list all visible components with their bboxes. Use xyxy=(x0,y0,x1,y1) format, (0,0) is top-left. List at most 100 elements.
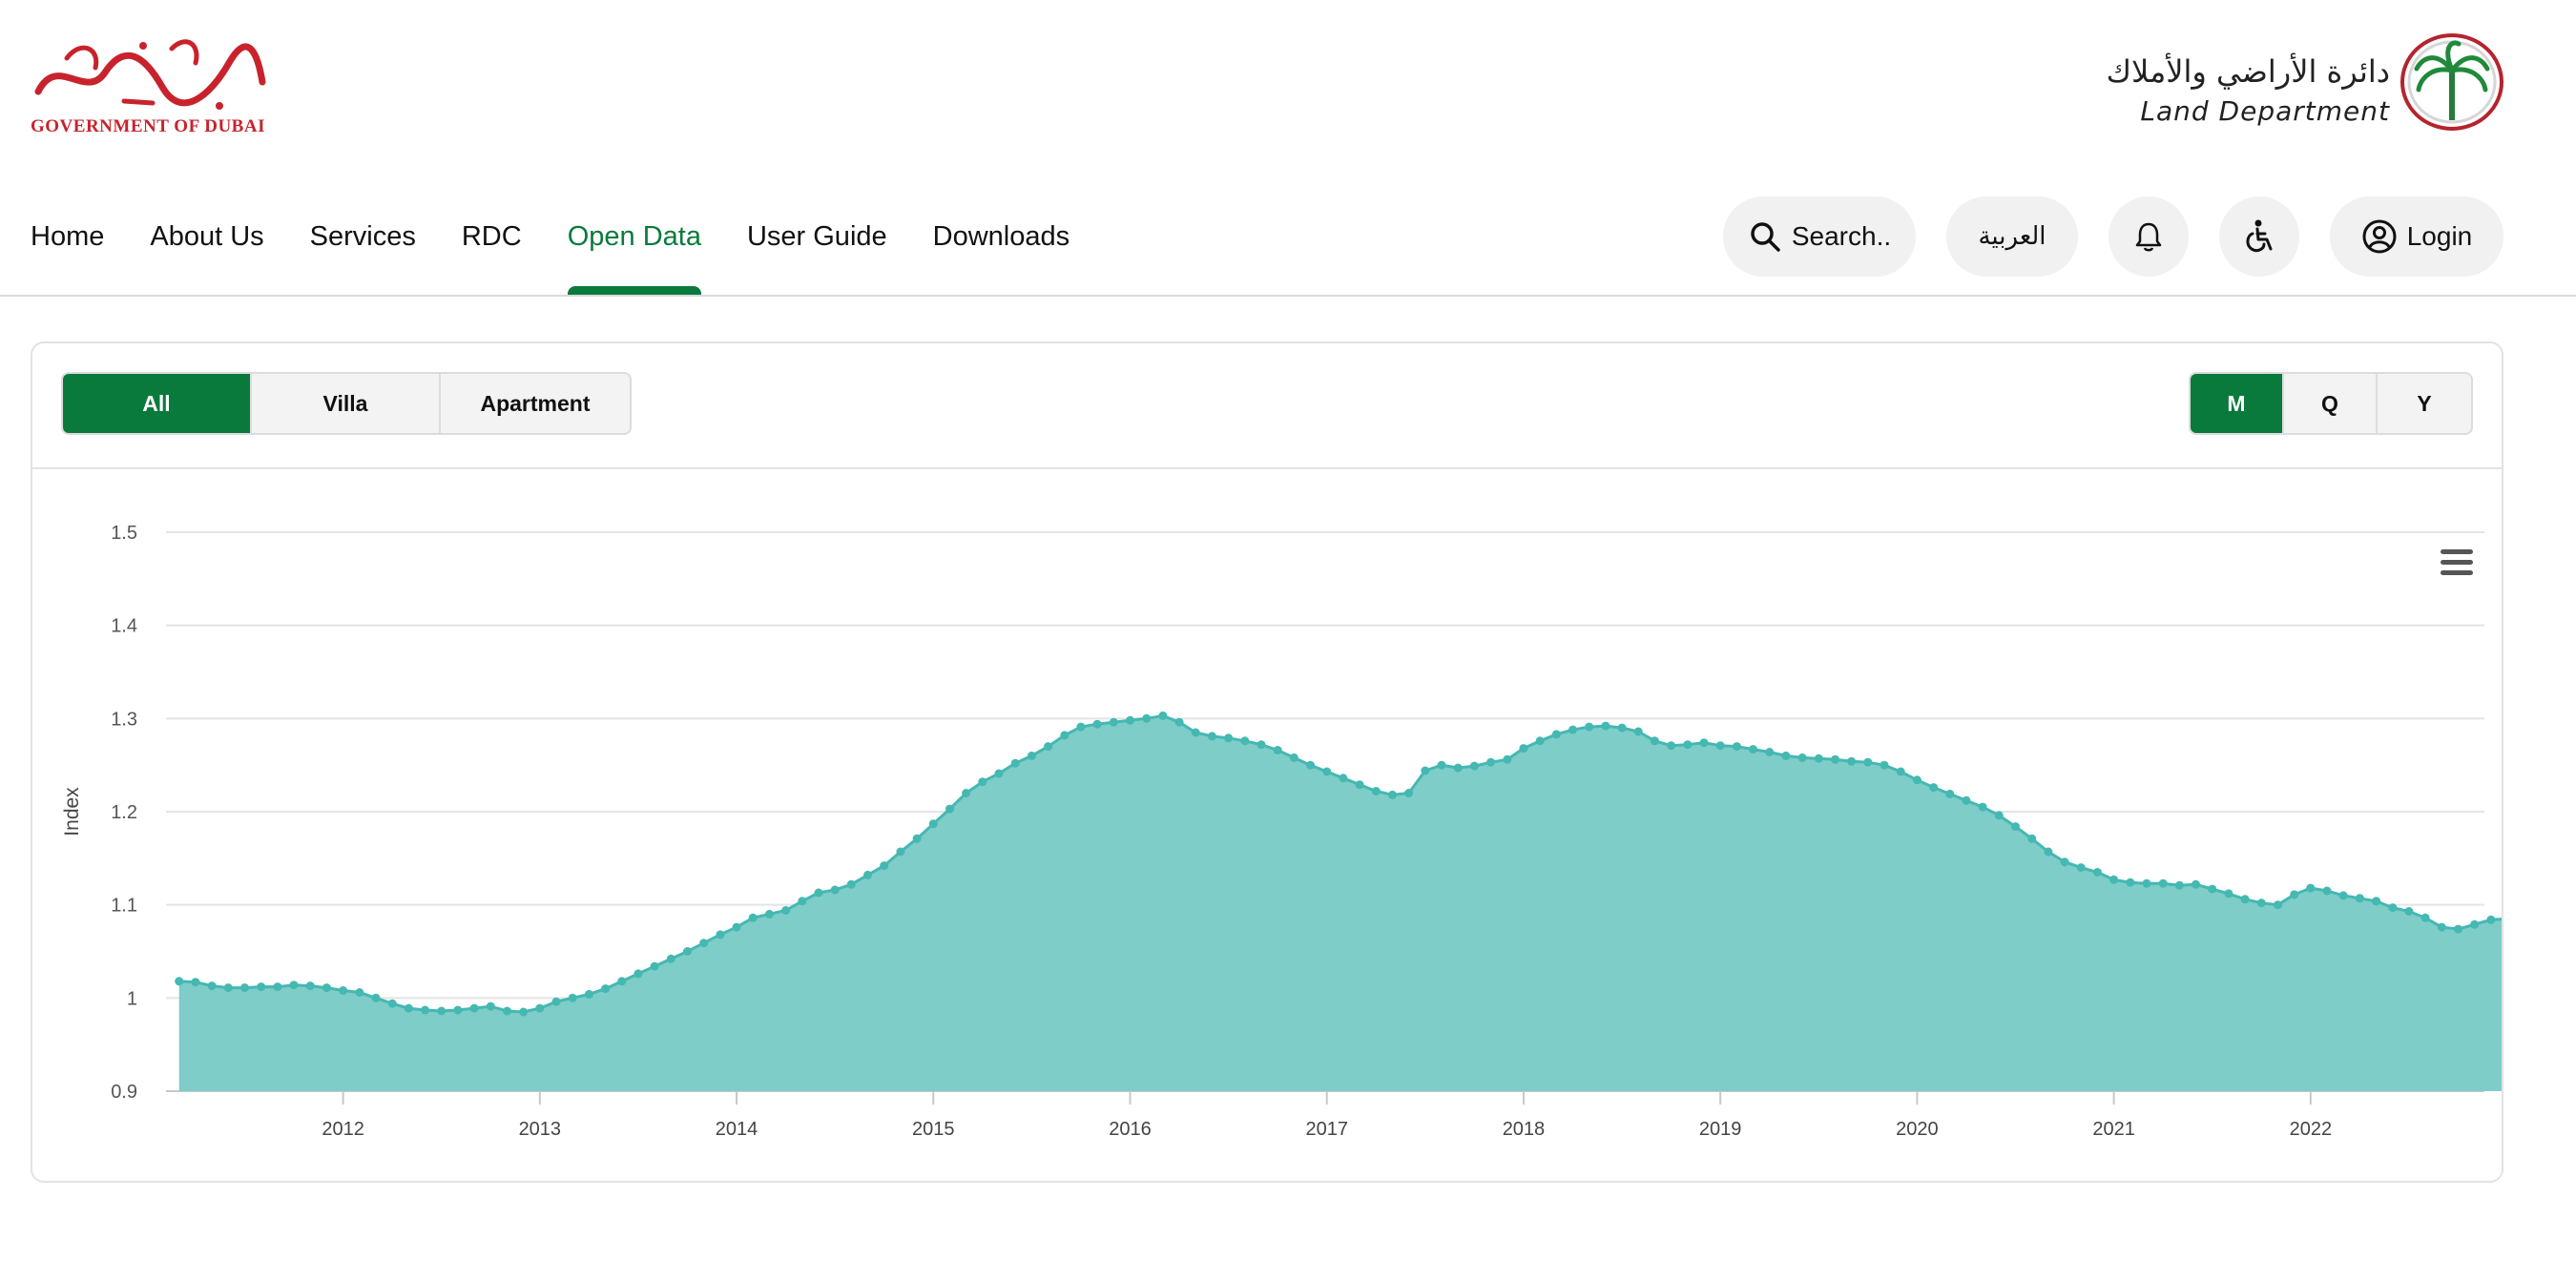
data-point xyxy=(1568,725,1577,734)
nav-rdc[interactable]: RDC xyxy=(462,191,522,296)
data-point xyxy=(2208,884,2217,894)
data-point xyxy=(387,999,397,1008)
palm-tree-emblem-icon xyxy=(2400,33,2503,131)
data-point xyxy=(1453,763,1463,773)
data-point xyxy=(469,1003,479,1013)
data-point xyxy=(503,1006,511,1016)
data-point xyxy=(1027,751,1036,760)
data-point xyxy=(1437,760,1446,770)
data-point xyxy=(1339,774,1348,783)
data-point xyxy=(1814,754,1823,763)
period-yearly-button[interactable]: Y xyxy=(2378,374,2471,433)
language-toggle-button[interactable]: العربية xyxy=(1946,196,2078,277)
data-point xyxy=(846,879,856,889)
x-tick-label: 2020 xyxy=(1896,1119,1939,1140)
x-tick-label: 2016 xyxy=(1109,1119,1152,1140)
nav-services[interactable]: Services xyxy=(310,191,416,296)
data-point xyxy=(617,977,627,986)
data-point xyxy=(2306,883,2316,893)
search-button[interactable]: Search.. xyxy=(1723,196,1916,277)
government-of-dubai-logo[interactable]: GOVERNMENT OF DUBAI xyxy=(29,34,267,139)
data-point xyxy=(568,993,577,1002)
x-tick-label: 2015 xyxy=(912,1119,955,1140)
data-point xyxy=(666,954,675,963)
data-point xyxy=(1010,758,1020,768)
data-point xyxy=(1044,742,1053,752)
data-point xyxy=(437,1006,447,1016)
nav-downloads[interactable]: Downloads xyxy=(933,191,1070,296)
data-point xyxy=(1601,721,1610,731)
data-point xyxy=(240,983,249,993)
data-point xyxy=(1650,736,1659,746)
data-point xyxy=(1355,780,1364,790)
data-point xyxy=(2388,903,2398,913)
data-point xyxy=(1289,753,1298,762)
data-point xyxy=(2011,822,2020,832)
bell-icon xyxy=(2135,222,2162,252)
filter-villa-button[interactable]: Villa xyxy=(252,374,441,433)
data-point xyxy=(2158,878,2168,888)
data-point xyxy=(1486,757,1496,767)
data-point xyxy=(1191,728,1200,737)
data-point xyxy=(223,983,233,993)
data-point xyxy=(535,1003,545,1013)
data-point xyxy=(2240,895,2250,904)
data-point xyxy=(1519,744,1528,754)
data-point xyxy=(896,847,905,857)
nav-about-us[interactable]: About Us xyxy=(150,191,263,296)
data-point xyxy=(2126,877,2135,887)
period-quarterly-button[interactable]: Q xyxy=(2284,374,2378,433)
y-tick-label: 1.3 xyxy=(111,709,137,730)
property-type-selector: All Villa Apartment xyxy=(61,372,632,435)
data-point xyxy=(1781,751,1791,760)
data-point xyxy=(371,993,381,1002)
data-point xyxy=(830,885,840,895)
accessibility-button[interactable] xyxy=(2219,196,2299,277)
data-point xyxy=(764,909,774,919)
dubai-land-department-logo[interactable]: دائرة الأراضي والأملاك Land Department xyxy=(2104,32,2504,132)
data-point xyxy=(1765,748,1775,756)
chart-filter-toolbar: All Villa Apartment M Q Y xyxy=(32,343,2502,469)
data-point xyxy=(1142,713,1152,723)
filter-all-button[interactable]: All xyxy=(63,374,252,433)
gov-logo-text: GOVERNMENT OF DUBAI xyxy=(31,116,265,136)
data-point xyxy=(2109,875,2119,884)
data-point xyxy=(1404,789,1414,797)
header-actions: Search.. العربية Login xyxy=(1723,196,2503,277)
data-point xyxy=(1633,727,1643,736)
data-point xyxy=(2027,834,2037,843)
notifications-button[interactable] xyxy=(2109,196,2189,277)
data-point xyxy=(1945,789,1955,798)
y-tick-label: 1.5 xyxy=(111,523,137,544)
nav-open-data[interactable]: Open Data xyxy=(567,191,702,296)
y-tick-label: 1 xyxy=(127,988,137,1009)
data-point xyxy=(1306,760,1315,770)
data-point xyxy=(175,977,184,986)
data-point xyxy=(551,997,561,1006)
nav-home[interactable]: Home xyxy=(31,191,104,296)
site-header: GOVERNMENT OF DUBAI دائرة الأراضي والأمل… xyxy=(0,0,2576,296)
data-point xyxy=(1240,736,1250,746)
data-point xyxy=(732,922,741,932)
period-monthly-button[interactable]: M xyxy=(2191,374,2284,433)
series-area xyxy=(178,715,2502,1091)
nav-user-guide[interactable]: User Guide xyxy=(747,191,887,296)
data-point xyxy=(355,988,364,997)
data-point xyxy=(928,819,938,829)
filter-apartment-button[interactable]: Apartment xyxy=(441,374,630,433)
login-button[interactable]: Login xyxy=(2330,196,2503,277)
data-point xyxy=(404,1003,413,1013)
user-account-icon xyxy=(2362,219,2397,254)
login-label: Login xyxy=(2406,221,2473,251)
data-point xyxy=(650,961,659,971)
price-index-chart: 0.9 1 1.1 1.2 1.3 1.4 1.5 Index 2012 2013 2014 2015… xyxy=(61,523,2502,1140)
search-icon xyxy=(1751,222,1780,252)
data-point xyxy=(2290,890,2299,899)
data-point xyxy=(912,834,922,843)
data-point xyxy=(322,983,331,993)
chart-menu-icon[interactable] xyxy=(2441,549,2473,578)
data-point xyxy=(1388,790,1397,799)
header-divider xyxy=(0,295,2576,297)
data-point xyxy=(1749,745,1757,754)
data-point xyxy=(2322,886,2332,896)
